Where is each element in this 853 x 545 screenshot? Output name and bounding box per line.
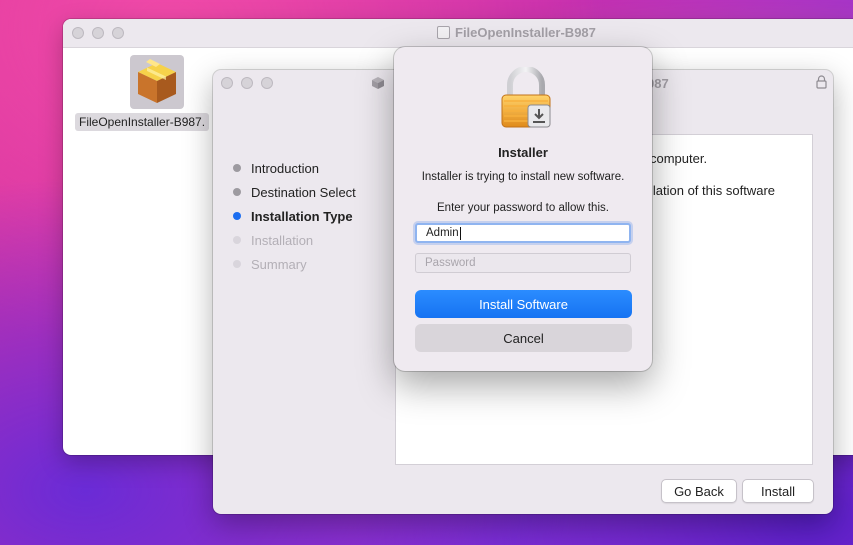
username-field[interactable]: Admin <box>415 223 631 243</box>
close-button[interactable] <box>72 27 84 39</box>
minimize-button[interactable] <box>92 27 104 39</box>
install-software-button[interactable]: Install Software <box>415 290 632 318</box>
content-text-line-2: llation of this software <box>650 183 776 198</box>
step-installation-type: Installation Type <box>233 204 356 228</box>
install-button[interactable]: Install <box>742 479 814 503</box>
cancel-button[interactable]: Cancel <box>415 324 632 352</box>
installer-steps: Introduction Destination Select Installa… <box>233 156 356 276</box>
auth-message: Installer is trying to install new softw… <box>421 171 625 183</box>
auth-title: Installer <box>498 145 548 160</box>
step-dot <box>233 164 241 172</box>
step-destination-select: Destination Select <box>233 180 356 204</box>
auth-dialog: Installer Installer is trying to install… <box>394 47 652 371</box>
step-summary: Summary <box>233 252 356 276</box>
password-field[interactable]: Password <box>415 253 631 273</box>
installer-zoom-button[interactable] <box>261 77 273 89</box>
step-dot <box>233 188 241 196</box>
finder-titlebar: FileOpenInstaller-B987 <box>63 19 853 48</box>
step-dot-active <box>233 212 241 220</box>
step-installation: Installation <box>233 228 356 252</box>
auth-prompt: Enter your password to allow this. <box>437 202 609 214</box>
step-dot <box>233 236 241 244</box>
text-caret <box>459 226 461 240</box>
disk-image-icon <box>437 26 450 39</box>
installer-title: 987 <box>371 76 669 91</box>
installer-minimize-button[interactable] <box>241 77 253 89</box>
installer-traffic-lights <box>221 77 273 89</box>
zoom-button[interactable] <box>112 27 124 39</box>
package-icon[interactable] <box>130 55 184 109</box>
lock-icon <box>816 75 827 89</box>
package-file[interactable]: FileOpenInstaller-B987. <box>75 55 215 131</box>
content-text-line-1: computer. <box>650 151 708 166</box>
step-introduction: Introduction <box>233 156 356 180</box>
package-file-label[interactable]: FileOpenInstaller-B987. <box>75 113 210 131</box>
username-value: Admin <box>426 227 459 239</box>
finder-title: FileOpenInstaller-B987 <box>437 25 596 40</box>
finder-traffic-lights <box>72 27 124 39</box>
padlock-icon <box>501 67 551 128</box>
package-small-icon <box>372 77 384 89</box>
go-back-button[interactable]: Go Back <box>661 479 737 503</box>
installer-close-button[interactable] <box>221 77 233 89</box>
step-dot <box>233 260 241 268</box>
